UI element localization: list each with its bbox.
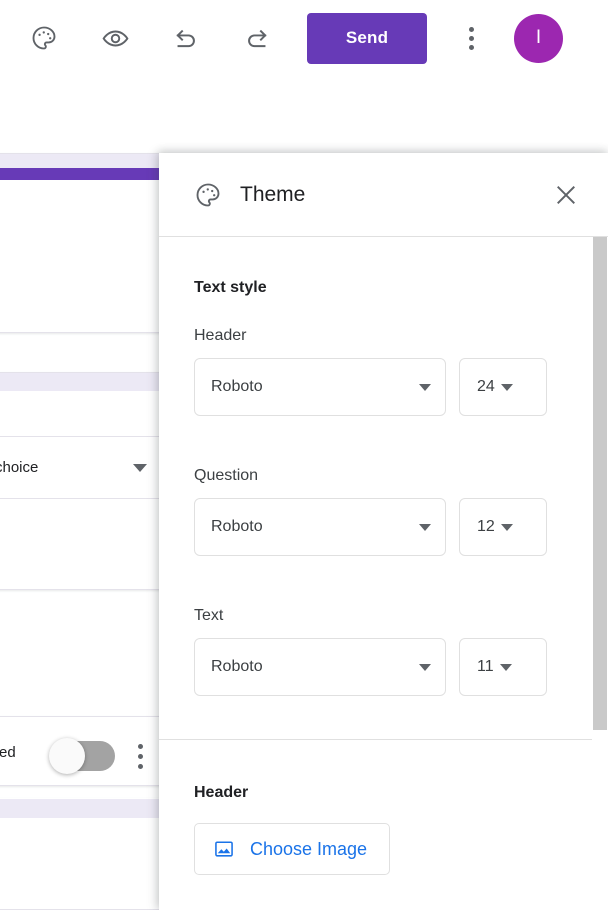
undo-icon[interactable] [164, 16, 208, 60]
theme-panel-body: Text style Header Roboto 24 Question Rob… [159, 237, 608, 910]
section-divider [159, 739, 608, 740]
header-size-select[interactable]: 24 [459, 358, 547, 416]
more-options-icon[interactable] [451, 16, 491, 60]
required-toggle-knob[interactable] [49, 738, 85, 774]
image-icon [213, 838, 235, 860]
chevron-down-icon[interactable] [419, 663, 431, 671]
question-type-value[interactable]: choice [0, 459, 38, 476]
question-card-divider [0, 436, 171, 437]
form-header-card [0, 153, 172, 333]
panel-scrollbar-track[interactable] [592, 237, 608, 910]
chevron-down-icon[interactable] [419, 383, 431, 391]
choose-image-button[interactable]: Choose Image [194, 823, 391, 875]
text-font-label: Text [194, 607, 224, 624]
header-font-label: Header [194, 327, 247, 344]
avatar[interactable]: I [514, 13, 563, 63]
question-type-caret[interactable] [133, 464, 147, 472]
send-button[interactable]: Send [307, 12, 427, 64]
question-card-tint [0, 373, 171, 391]
header-font-select[interactable]: Roboto [194, 358, 446, 416]
top-toolbar: Send I [0, 0, 608, 76]
required-label: red [0, 744, 16, 761]
question-more-menu[interactable] [138, 744, 143, 769]
question-size-select[interactable]: 12 [459, 498, 547, 556]
choose-image-label: Choose Image [250, 838, 368, 859]
panel-scrollbar-thumb[interactable] [593, 237, 607, 730]
next-card-tint-2 [0, 799, 170, 818]
chevron-down-icon[interactable] [419, 523, 431, 531]
text-font-select[interactable]: Roboto [194, 638, 446, 696]
preview-icon[interactable] [93, 16, 137, 60]
required-toggle[interactable] [49, 738, 115, 774]
app-root: choice red [0, 0, 608, 910]
form-accent-bar [0, 168, 171, 180]
text-size-value: 11 [477, 658, 494, 675]
close-icon[interactable] [546, 175, 586, 215]
header-size-value: 24 [477, 378, 495, 395]
theme-panel-scroll-area: Text style Header Roboto 24 Question Rob… [159, 237, 608, 910]
text-font-value: Roboto [211, 658, 263, 675]
chevron-down-icon[interactable] [500, 383, 513, 391]
theme-icon[interactable] [22, 16, 66, 60]
chevron-down-icon[interactable] [500, 523, 513, 531]
palette-icon [194, 181, 222, 209]
chevron-down-icon[interactable] [499, 663, 512, 671]
theme-panel-header: Theme [159, 153, 608, 237]
question-size-value: 12 [477, 518, 495, 535]
question-card [0, 372, 172, 590]
text-style-heading: Text style [194, 279, 267, 296]
question-font-label: Question [194, 467, 259, 484]
question-font-select[interactable]: Roboto [194, 498, 446, 556]
question-card-divider-2 [0, 498, 171, 499]
form-header-tint [0, 154, 171, 168]
panel-title: Theme [240, 182, 306, 206]
header-section-heading: Header [194, 784, 249, 801]
header-font-value: Roboto [211, 378, 263, 395]
question-font-value: Roboto [211, 518, 263, 535]
text-size-select[interactable]: 11 [459, 638, 547, 696]
redo-icon[interactable] [235, 16, 279, 60]
theme-panel: Theme Text style Header Roboto 24 Questi… [159, 153, 608, 910]
